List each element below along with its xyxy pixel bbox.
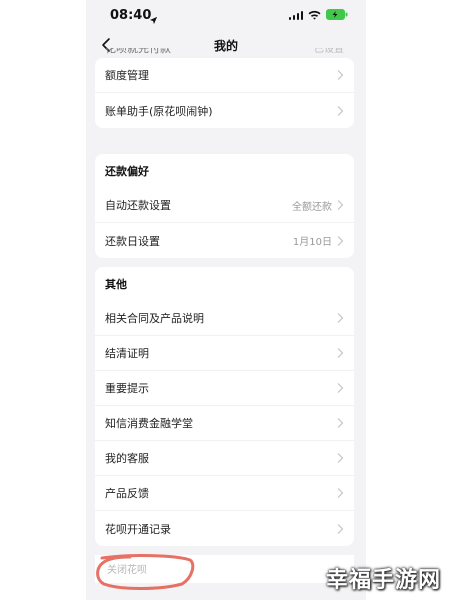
list-item-label: 花呗就先付款	[105, 48, 171, 55]
list-item-product-feedback[interactable]: 产品反馈	[95, 476, 354, 511]
chevron-right-icon	[337, 488, 344, 498]
chevron-right-icon	[337, 200, 344, 210]
list-item-repay-day[interactable]: 还款日设置 1月10日	[95, 223, 354, 258]
status-bar: 08:40	[86, 0, 366, 32]
list-item-label: 还款日设置	[105, 234, 160, 248]
list-item-label: 产品反馈	[105, 487, 149, 500]
status-icons	[288, 9, 349, 20]
list-item-label: 相关合同及产品说明	[105, 312, 204, 325]
chevron-right-icon	[337, 453, 344, 463]
list-item-label: 我的客服	[105, 452, 149, 465]
list-item-contracts[interactable]: 相关合同及产品说明	[95, 301, 354, 336]
wifi-icon	[308, 10, 321, 20]
list-item-settlement-certificate[interactable]: 结清证明	[95, 336, 354, 371]
chevron-right-icon	[337, 70, 344, 80]
list-item-value: 1月10日	[292, 237, 332, 248]
list-item-bill-assistant[interactable]: 账单助手(原花呗闹钟)	[95, 93, 354, 128]
list-item-limit-management[interactable]: 额度管理	[95, 58, 354, 93]
close-huabei-row: 关闭花呗	[95, 555, 354, 583]
list-item-customer-service[interactable]: 我的客服	[95, 441, 354, 476]
list-item-finance-school[interactable]: 知信消费金融学堂	[95, 406, 354, 441]
list-item-label: 花呗开通记录	[105, 522, 171, 536]
list-item-label: 额度管理	[105, 69, 149, 82]
chevron-right-icon	[337, 348, 344, 358]
chevron-right-icon	[337, 523, 344, 534]
card-other: 其他 相关合同及产品说明 结清证明 重要提示 知信消费金融学堂 我的客服 产品反…	[95, 267, 354, 546]
list-item-important-notice[interactable]: 重要提示	[95, 371, 354, 406]
page: 08:40 我的 花呗就先付款 已设置 额度管理 账单助手(原花呗闹钟) 还款偏…	[0, 0, 449, 600]
list-item-label: 知信消费金融学堂	[105, 417, 193, 430]
close-huabei-button[interactable]: 关闭花呗	[107, 561, 147, 576]
chevron-right-icon	[337, 418, 344, 428]
list-item-activation-record[interactable]: 花呗开通记录	[95, 511, 354, 546]
list-item-label: 重要提示	[105, 382, 149, 395]
status-time: 08:40	[110, 8, 152, 23]
section-title: 其他	[105, 278, 127, 291]
list-item-value: 已设置	[314, 48, 344, 55]
card-account: 额度管理 账单助手(原花呗闹钟)	[95, 58, 354, 128]
card-repayment-preferences: 还款偏好 自动还款设置 全额还款 还款日设置 1月10日	[95, 154, 354, 258]
list-item-label: 结清证明	[105, 347, 149, 360]
chevron-right-icon	[337, 235, 344, 246]
signal-icon	[288, 10, 303, 20]
list-item-auto-repay[interactable]: 自动还款设置 全额还款	[95, 188, 354, 223]
chevron-right-icon	[337, 383, 344, 393]
list-item-label: 自动还款设置	[105, 199, 171, 212]
chevron-right-icon	[337, 313, 344, 323]
watermark: 幸福手游网	[325, 568, 441, 593]
phone-screen: 08:40 我的 花呗就先付款 已设置 额度管理 账单助手(原花呗闹钟) 还款偏…	[86, 0, 366, 600]
battery-icon	[326, 9, 348, 20]
section-title: 还款偏好	[105, 165, 149, 178]
list-item-label: 账单助手(原花呗闹钟)	[105, 104, 213, 118]
chevron-right-icon	[337, 105, 344, 116]
list-item-value: 全额还款	[292, 201, 332, 213]
location-arrow-icon	[149, 10, 158, 29]
